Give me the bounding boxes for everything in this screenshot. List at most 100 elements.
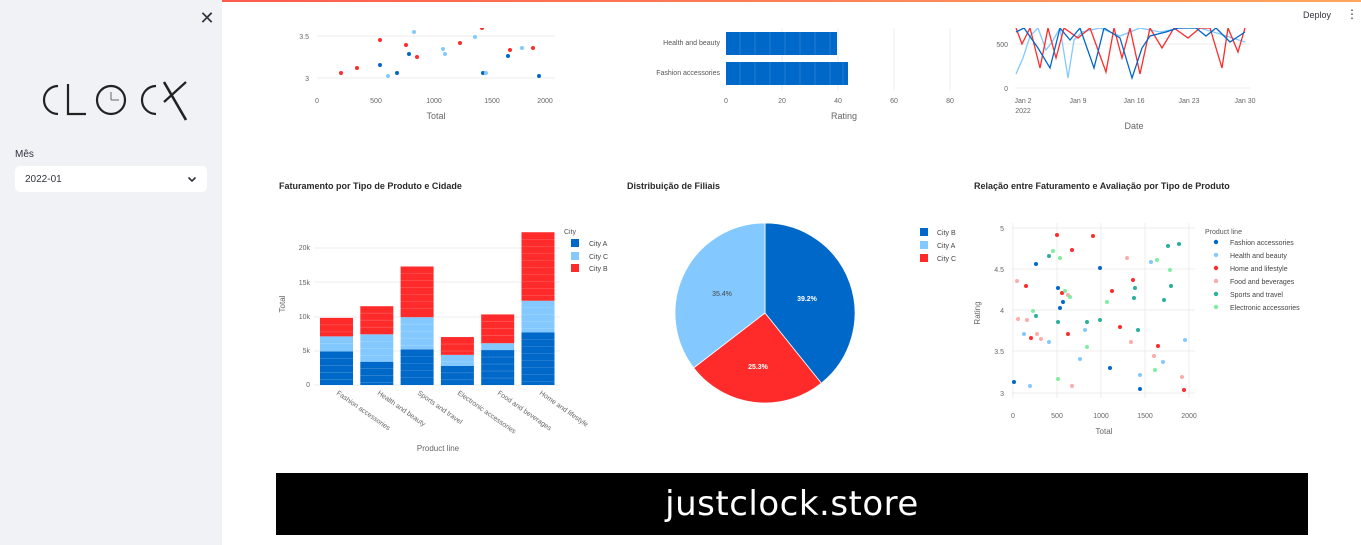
legend-swatch-city-a[interactable] bbox=[920, 241, 928, 249]
top-line-xtick: Jan 2 bbox=[1014, 98, 1031, 105]
pie-label-city-c: 35.4% bbox=[712, 291, 732, 298]
top-bar bbox=[726, 32, 837, 55]
scatter-legend-title: Product line bbox=[1205, 229, 1242, 236]
top-scatter-xlabel: Total bbox=[426, 111, 445, 121]
chevron-down-icon bbox=[187, 176, 197, 183]
stacked-bar-segment bbox=[400, 266, 434, 318]
legend-item-city-a[interactable]: City A bbox=[589, 241, 608, 248]
scatter-ytick: 3 bbox=[1000, 391, 1004, 398]
pie-legend-item[interactable]: City C bbox=[937, 256, 956, 263]
stacked-bar-segment bbox=[320, 351, 353, 385]
top-bar-xlabel: Rating bbox=[831, 111, 857, 121]
top-line-ytick: 0 bbox=[1004, 86, 1008, 93]
stacked-bar-segment bbox=[481, 314, 515, 344]
legend-swatch-city-c[interactable] bbox=[571, 252, 579, 260]
top-scatter-xtick: 1000 bbox=[426, 98, 442, 105]
stacked-ytick: 10k bbox=[299, 314, 311, 321]
rating-scatter-chart: 5 4.5 4 3.5 3 Rating 0 500 1000 1500 200… bbox=[973, 223, 1300, 436]
top-scatter-ytick: 3.5 bbox=[299, 34, 309, 41]
stacked-bar-segment bbox=[440, 337, 474, 355]
top-bar-category: Fashion accessories bbox=[656, 70, 720, 77]
stacked-bar-chart: 20k 15k 10k 5k 0 Total Fashion accessori… bbox=[278, 229, 608, 453]
top-bar-xtick: 0 bbox=[724, 98, 728, 105]
deploy-button[interactable]: Deploy bbox=[1303, 10, 1331, 20]
scatter-xtick: 500 bbox=[1051, 413, 1063, 420]
top-line-xtick: Jan 16 bbox=[1123, 98, 1144, 105]
month-select[interactable]: 2022-01 bbox=[15, 166, 207, 192]
top-scatter-xtick: 2000 bbox=[537, 98, 553, 105]
legend-marker[interactable] bbox=[1213, 304, 1219, 310]
scatter-ytick: 3.5 bbox=[994, 349, 1004, 356]
stacked-bar-segment bbox=[440, 354, 474, 366]
legend-item[interactable]: Home and lifestyle bbox=[1230, 266, 1288, 273]
scatter-ytick: 4 bbox=[1000, 308, 1004, 315]
legend-item[interactable]: Electronic accessories bbox=[1230, 305, 1300, 312]
stacked-bar-segment bbox=[320, 336, 353, 352]
top-bar-category: Health and beauty bbox=[663, 40, 720, 47]
close-icon[interactable]: ✕ bbox=[198, 9, 216, 27]
legend-marker[interactable] bbox=[1213, 291, 1219, 297]
top-line-xtick: Jan 9 bbox=[1069, 98, 1086, 105]
stacked-bar-segment bbox=[440, 365, 474, 385]
stacked-bar-segment bbox=[400, 317, 434, 350]
stacked-ytick: 15k bbox=[299, 280, 311, 287]
kebab-menu-icon[interactable]: ⋮ bbox=[1346, 8, 1358, 20]
legend-marker[interactable] bbox=[1213, 252, 1219, 258]
top-line-year: 2022 bbox=[1015, 108, 1031, 115]
top-scatter-xtick: 500 bbox=[370, 98, 382, 105]
banner-text: justclock.store bbox=[665, 484, 919, 524]
legend-item-city-b[interactable]: City B bbox=[589, 266, 608, 273]
top-line-xtick: Jan 30 bbox=[1234, 98, 1255, 105]
top-bar-xtick: 80 bbox=[946, 98, 954, 105]
clock-logo bbox=[34, 78, 189, 127]
legend-item[interactable]: Fashion accessories bbox=[1230, 240, 1294, 247]
scatter-chart-title: Relação entre Faturamento e Avaliação po… bbox=[974, 181, 1230, 191]
top-scatter-xtick: 1500 bbox=[484, 98, 500, 105]
stacked-xlabel: Product line bbox=[417, 444, 460, 453]
stacked-bar-segment bbox=[521, 300, 555, 333]
legend-item[interactable]: Health and beauty bbox=[1230, 253, 1287, 260]
legend-marker[interactable] bbox=[1213, 239, 1219, 245]
store-banner: justclock.store bbox=[276, 473, 1308, 535]
top-bar-xtick: 20 bbox=[778, 98, 786, 105]
legend-marker[interactable] bbox=[1213, 278, 1219, 284]
legend-swatch-city-b[interactable] bbox=[920, 228, 928, 236]
stacked-ytick: 5k bbox=[303, 348, 311, 355]
scatter-xtick: 0 bbox=[1011, 413, 1015, 420]
top-scatter-ytick: 3 bbox=[305, 76, 309, 83]
sidebar: ✕ Mês 2022-01 bbox=[0, 0, 222, 545]
legend-swatch-city-a[interactable] bbox=[571, 239, 579, 247]
pie-legend-item[interactable]: City B bbox=[937, 230, 956, 237]
pie-legend-item[interactable]: City A bbox=[937, 243, 956, 250]
scatter-ytick: 4.5 bbox=[994, 267, 1004, 274]
stacked-bar-segment bbox=[521, 232, 555, 301]
top-bar-chart: Health and beauty Fashion accessories 0 … bbox=[656, 28, 954, 121]
stacked-ytick: 20k bbox=[299, 245, 311, 252]
legend-item[interactable]: Food and beverages bbox=[1230, 279, 1295, 286]
legend-item[interactable]: Sports and travel bbox=[1230, 292, 1283, 299]
legend-swatch-city-b[interactable] bbox=[571, 264, 579, 272]
legend-marker[interactable] bbox=[1213, 265, 1219, 271]
stacked-bar-segment bbox=[481, 343, 515, 351]
stacked-bar-segment bbox=[481, 350, 515, 385]
scatter-ylabel: Rating bbox=[973, 301, 982, 324]
scatter-xlabel: Total bbox=[1096, 427, 1113, 436]
top-line-chart: 500 0 Jan 2 2022 Jan 9 Jan 16 Jan 23 Jan… bbox=[996, 28, 1256, 131]
pie-label-city-a: 39.2% bbox=[797, 296, 818, 303]
legend-item-city-c[interactable]: City C bbox=[589, 254, 608, 261]
stacked-ytick: 0 bbox=[306, 382, 310, 389]
top-scatter-chart: 3.5 3 0 500 1000 1500 2000 Total bbox=[299, 28, 555, 121]
top-scatter-xtick: 0 bbox=[315, 98, 319, 105]
top-line-xlabel: Date bbox=[1124, 121, 1143, 131]
scatter-ytick: 5 bbox=[1000, 226, 1004, 233]
pie-chart-title: Distribuição de Filiais bbox=[627, 181, 721, 191]
pie-label-city-b: 25.3% bbox=[748, 364, 769, 371]
stacked-bar-segment bbox=[320, 317, 353, 337]
filter-label: Mês bbox=[15, 149, 34, 160]
legend-swatch-city-c[interactable] bbox=[920, 254, 928, 262]
stacked-legend-title: City bbox=[564, 229, 577, 236]
month-select-value: 2022-01 bbox=[25, 173, 62, 185]
top-bar-xtick: 40 bbox=[834, 98, 842, 105]
pie-chart: 39.2% 25.3% 35.4% City B City A City C bbox=[674, 222, 956, 404]
stacked-chart-title: Faturamento por Tipo de Produto e Cidade bbox=[279, 181, 462, 191]
